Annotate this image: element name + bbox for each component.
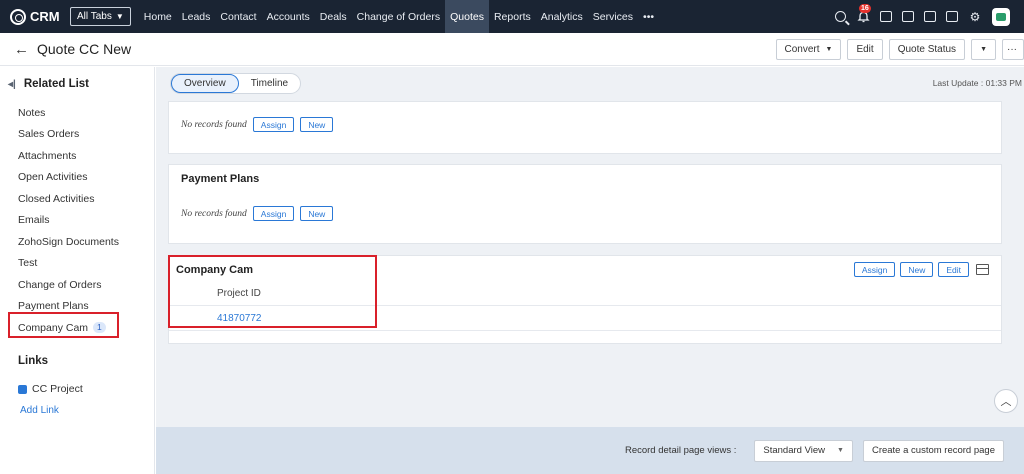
related-list-title: Related List — [23, 78, 90, 90]
nav-link-reports[interactable]: Reports — [489, 0, 536, 33]
gear-icon[interactable]: ⚙ — [968, 10, 982, 24]
sidebar-item-zohosign-documents[interactable]: ZohoSign Documents — [18, 231, 119, 253]
related-list-items: Notes Sales Orders Attachments Open Acti… — [18, 102, 119, 339]
more-label: ··· — [1007, 44, 1017, 55]
nav-link-services[interactable]: Services — [588, 0, 638, 33]
sidebar-item-closed-activities[interactable]: Closed Activities — [18, 188, 119, 210]
create-custom-page-button[interactable]: Create a custom record page — [862, 439, 1004, 462]
links-title: Links — [18, 355, 49, 367]
chevron-down-icon: ▼ — [837, 447, 844, 454]
chevron-down-icon: ▼ — [825, 46, 833, 53]
header-actions: Convert ▼ Edit Quote Status ▼ ··· — [775, 39, 1024, 60]
related-list-sidebar: ◂| Related List Notes Sales Orders Attac… — [0, 67, 155, 474]
quote-status-label: Quote Status — [897, 44, 957, 55]
main-content: Overview Timeline Last Update : 01:33 PM… — [156, 67, 1024, 474]
edit-button[interactable]: Edit — [938, 262, 969, 277]
notification-badge: 16 — [859, 3, 871, 13]
sidebar-item-sales-orders[interactable]: Sales Orders — [18, 124, 119, 146]
create-custom-page-label: Create a custom record page — [871, 445, 995, 456]
link-cc-project[interactable]: CC Project — [18, 383, 83, 395]
nav-links: Home Leads Contact Accounts Deals Change… — [139, 0, 659, 33]
record-header: ← Quote CC New Convert ▼ Edit Quote Stat… — [0, 33, 1024, 66]
edit-label: Edit — [856, 44, 874, 55]
nav-link-leads[interactable]: Leads — [177, 0, 216, 33]
tab-timeline[interactable]: Timeline — [239, 74, 300, 93]
link-icon — [18, 384, 27, 394]
top-nav: CRM All Tabs ▼ Home Leads Contact Accoun… — [0, 0, 1024, 33]
avatar[interactable] — [992, 7, 1010, 26]
no-records-text: No records found — [181, 119, 247, 130]
mail-icon[interactable] — [924, 11, 936, 22]
sidebar-item-emails[interactable]: Emails — [18, 210, 119, 232]
back-arrow-icon[interactable]: ← — [14, 41, 29, 58]
last-update: Last Update : 01:33 PM — [932, 78, 1022, 88]
nav-link-change-of-orders[interactable]: Change of Orders — [352, 0, 445, 33]
convert-label: Convert — [784, 44, 820, 55]
quote-status-button[interactable]: Quote Status — [888, 39, 966, 60]
marketplace-icon[interactable] — [946, 11, 958, 22]
no-records-text: No records found — [181, 208, 247, 219]
no-records-row: No records found Assign New — [181, 117, 334, 132]
nav-more-button[interactable]: ••• — [638, 0, 659, 33]
search-icon[interactable] — [835, 11, 846, 22]
convert-button[interactable]: Convert ▼ — [775, 39, 842, 60]
assign-button[interactable]: Assign — [252, 117, 295, 132]
related-list-header: ◂| Related List — [8, 78, 89, 90]
new-button[interactable]: New — [300, 117, 334, 132]
record-view-footer: Record detail page views : Standard View… — [156, 427, 1024, 474]
page-title: Quote CC New — [37, 41, 132, 57]
sidebar-item-change-of-orders[interactable]: Change of Orders — [18, 274, 119, 296]
new-button[interactable]: New — [300, 206, 334, 221]
nav-link-quotes[interactable]: Quotes — [445, 0, 489, 33]
collapse-icon[interactable]: ◂| — [8, 79, 16, 90]
chat-icon[interactable] — [902, 11, 914, 22]
new-button[interactable]: New — [900, 262, 934, 277]
view-tabs: Overview Timeline — [170, 73, 302, 94]
app-name: CRM — [30, 9, 60, 24]
nav-icons: 16 ⚙ — [835, 0, 1010, 33]
nav-link-deals[interactable]: Deals — [315, 0, 352, 33]
related-card-top: No records found Assign New — [168, 101, 1002, 154]
sidebar-item-test[interactable]: Test — [18, 253, 119, 275]
crm-logo[interactable]: CRM — [0, 8, 66, 25]
view-select-value: Standard View — [763, 445, 826, 456]
view-select[interactable]: Standard View ▼ — [754, 439, 853, 462]
nav-link-analytics[interactable]: Analytics — [536, 0, 588, 33]
nav-link-accounts[interactable]: Accounts — [262, 0, 315, 33]
chevron-down-icon: ▼ — [980, 46, 987, 53]
nav-link-home[interactable]: Home — [139, 0, 177, 33]
edit-button[interactable]: Edit — [847, 39, 883, 60]
sidebar-item-notes[interactable]: Notes — [18, 102, 119, 124]
sidebar-item-attachments[interactable]: Attachments — [18, 145, 119, 167]
quote-status-dropdown[interactable]: ▼ — [971, 39, 996, 60]
add-link-button[interactable]: Add Link — [20, 405, 59, 416]
table-settings-icon[interactable] — [976, 264, 989, 275]
no-records-row: No records found Assign New — [181, 206, 334, 221]
crm-logo-icon — [10, 8, 26, 25]
all-tabs-dropdown[interactable]: All Tabs ▼ — [70, 7, 131, 26]
assign-button[interactable]: Assign — [853, 262, 896, 277]
payment-plans-title: Payment Plans — [181, 173, 260, 185]
assign-button[interactable]: Assign — [252, 206, 295, 221]
more-actions-button[interactable]: ··· — [1002, 39, 1024, 60]
bell-icon[interactable]: 16 — [856, 3, 871, 24]
nav-link-contact[interactable]: Contact — [215, 0, 261, 33]
all-tabs-label: All Tabs — [77, 11, 112, 22]
sidebar-item-open-activities[interactable]: Open Activities — [18, 167, 119, 189]
highlight-box-company-cam — [168, 255, 377, 328]
record-views-label: Record detail page views : — [624, 445, 737, 456]
chevron-down-icon: ▼ — [115, 12, 124, 21]
highlight-box-sidebar — [8, 312, 119, 338]
scroll-to-top-button[interactable]: ︿ — [994, 389, 1018, 413]
tab-overview[interactable]: Overview — [171, 74, 239, 93]
payment-plans-card: Payment Plans No records found Assign Ne… — [168, 164, 1002, 244]
link-label: CC Project — [32, 383, 83, 395]
calendar-icon[interactable] — [880, 11, 892, 22]
company-cam-actions: Assign New Edit — [853, 262, 989, 277]
